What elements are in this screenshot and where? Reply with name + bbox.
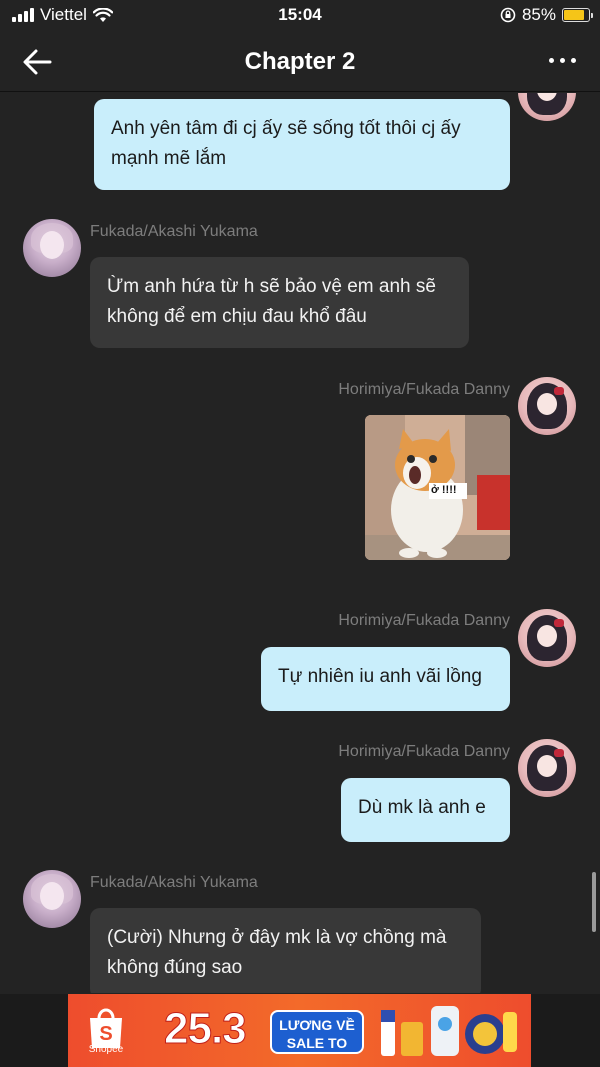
sender-name: Horimiya/Fukada Danny <box>338 612 510 629</box>
ad-promo-line2: SALE TO <box>286 1035 348 1051</box>
message-bubble[interactable]: Dù mk là anh e <box>341 778 510 842</box>
avatar[interactable] <box>23 219 81 277</box>
chat-messages[interactable]: Anh yên tâm đi cj ấy sẽ sống tốt thôi cj… <box>0 93 600 993</box>
rotation-lock-icon <box>500 7 516 23</box>
status-bar: Viettel 15:04 85% <box>0 0 600 32</box>
page-title: Chapter 2 <box>244 48 356 75</box>
message-bubble[interactable]: Ừm anh hứa từ h sẽ bảo vệ em anh sẽ khôn… <box>90 257 469 348</box>
message-bubble[interactable]: Anh yên tâm đi cj ấy sẽ sống tốt thôi cj… <box>94 99 510 190</box>
ad-headline: 25.3 <box>164 1004 248 1054</box>
sender-name: Horimiya/Fukada Danny <box>338 743 510 760</box>
scrollbar[interactable] <box>592 872 596 932</box>
ad-banner[interactable]: S Shopee 25.3 LƯƠNG VỀ SALE TO <box>68 994 531 1067</box>
message-bubble[interactable]: Tự nhiên iu anh vãi lồng <box>261 647 510 711</box>
ad-brand-label: Shopee <box>88 1044 124 1055</box>
sender-name: Fukada/Akashi Yukama <box>90 874 258 891</box>
svg-text:S: S <box>99 1023 112 1045</box>
avatar[interactable] <box>23 870 81 928</box>
chat-header: Chapter 2 <box>0 32 600 92</box>
avatar[interactable] <box>518 609 576 667</box>
message-bubble[interactable]: (Cười) Nhưng ở đây mk là vợ chồng mà khô… <box>90 908 481 993</box>
avatar[interactable] <box>518 93 576 121</box>
battery-percent: 85% <box>521 5 556 24</box>
sender-name: Fukada/Akashi Yukama <box>90 223 258 240</box>
sticker-caption: ở !!!! <box>431 484 457 496</box>
ad-promo-badge: LƯƠNG VỀ SALE TO <box>270 1010 364 1054</box>
ad-products-image <box>381 1006 517 1056</box>
sender-name: Horimiya/Fukada Danny <box>338 381 510 398</box>
battery-icon <box>562 8 593 22</box>
avatar[interactable] <box>518 377 576 435</box>
more-options-icon[interactable] <box>549 58 576 63</box>
ad-promo-line1: LƯƠNG VỀ <box>279 1017 355 1033</box>
avatar[interactable] <box>518 739 576 797</box>
cat-sticker-image[interactable]: ở !!!! <box>365 415 510 560</box>
